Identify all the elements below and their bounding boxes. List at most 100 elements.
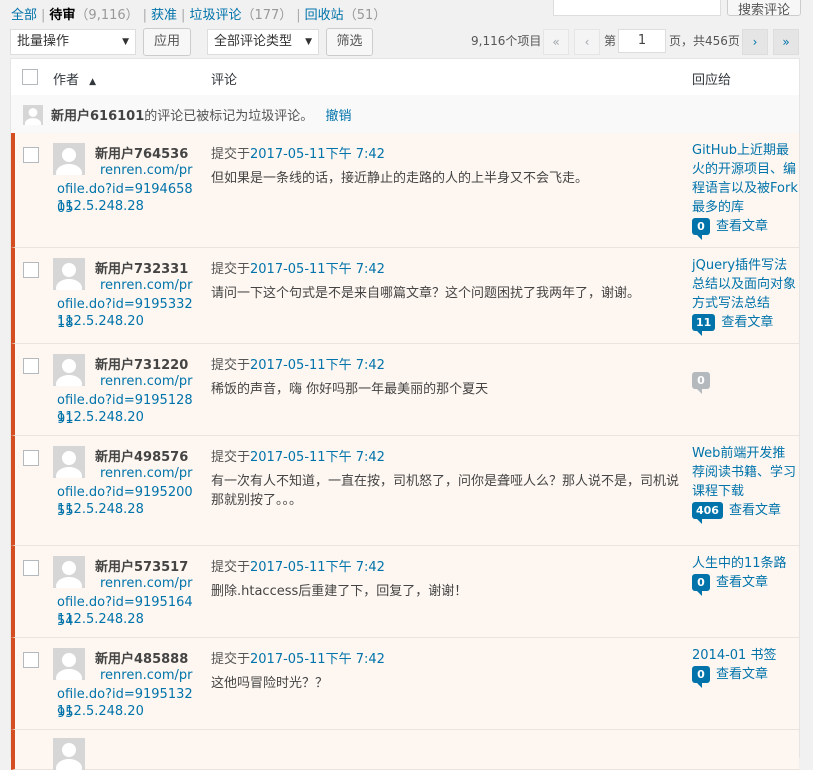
comment-date-link[interactable]: 2017-05-11下午 7:42 xyxy=(250,450,385,465)
comment-count-bubble[interactable]: 11 xyxy=(692,314,716,336)
spam-notice: 新用户616101的评论已被标记为垃圾评论。 撤销 xyxy=(11,95,799,134)
filter-all[interactable]: 全部 xyxy=(11,4,37,23)
comment-count-bubble[interactable]: 0 xyxy=(692,574,710,596)
submitted-prefix: 提交于 xyxy=(211,147,251,162)
comment-author: 新用户498576 xyxy=(95,450,189,465)
comment-date-link[interactable]: 2017-05-11下午 7:42 xyxy=(250,262,385,277)
search-input[interactable] xyxy=(553,0,721,16)
first-page-button[interactable]: « xyxy=(543,29,569,55)
comment-text: 有一次有人不知道，一直在按，司机怒了，问你是聋哑人么？那人说不是，司机说那就别按… xyxy=(211,474,680,508)
comment-date-link[interactable]: 2017-05-11下午 7:42 xyxy=(250,652,385,667)
comment-date-link[interactable]: 2017-05-11下午 7:42 xyxy=(250,147,385,162)
filter-label[interactable]: 垃圾评论 xyxy=(189,8,241,23)
search-button[interactable]: 搜索评论 xyxy=(727,0,801,18)
apply-button[interactable]: 应用 xyxy=(143,28,191,56)
comment-date-link[interactable]: 2017-05-11下午 7:42 xyxy=(250,358,385,373)
comment-author: 新用户732331 xyxy=(95,262,189,277)
author-ip-link[interactable]: 112.5.248.28 xyxy=(57,612,144,627)
submitted-on: 提交于2017-05-11下午 7:42 xyxy=(211,446,385,465)
page-prefix: 第 xyxy=(604,34,617,48)
comment-text: 但如果是一条线的话，接近静止的走路的人的上半身又不会飞走。 xyxy=(211,171,589,186)
row-checkbox[interactable] xyxy=(23,560,39,576)
submitted-prefix: 提交于 xyxy=(211,262,251,277)
row-checkbox[interactable] xyxy=(23,147,39,163)
comment-author: 新用户764536 xyxy=(95,147,189,162)
comment-text: 这他吗冒险时光？？ xyxy=(211,676,329,691)
filter-count: （177） xyxy=(241,8,293,23)
submitted-on: 提交于2017-05-11下午 7:42 xyxy=(211,354,385,373)
view-post-link[interactable]: 查看文章 xyxy=(721,315,773,330)
response-to: 人生中的11条路 0 查看文章 xyxy=(692,554,798,596)
separator: | xyxy=(181,8,186,23)
author-ip-link[interactable]: 112.5.248.20 xyxy=(57,314,144,329)
comment-count-bubble[interactable]: 406 xyxy=(692,502,723,524)
filter-spam[interactable]: 垃圾评论（177） xyxy=(189,4,292,23)
view-post-link[interactable]: 查看文章 xyxy=(716,667,768,682)
undo-link[interactable]: 撤销 xyxy=(325,109,351,124)
comment-date-link[interactable]: 2017-05-11下午 7:42 xyxy=(250,560,385,575)
view-post-link[interactable]: 查看文章 xyxy=(729,503,781,518)
prev-page-button[interactable]: ‹ xyxy=(574,29,600,55)
response-post-link[interactable]: 人生中的11条路 xyxy=(692,554,798,573)
author-ip-link[interactable]: 112.5.248.20 xyxy=(57,410,144,425)
table-row: 新用户573517 renren.com/pr ofile.do?id=91951… xyxy=(11,546,799,638)
response-to: GitHub上近期最火的开源项目、编程语言以及被Fork 最多的库 0 查看文章 xyxy=(692,141,798,240)
last-page-button[interactable]: » xyxy=(773,29,799,55)
select-all-checkbox[interactable] xyxy=(22,69,38,85)
table-row: 新用户764536 renren.com/pr ofile.do?id=91946… xyxy=(11,133,799,248)
response-to: jQuery插件写法总结以及面向对象方式写法总结 11 查看文章 xyxy=(692,256,798,336)
separator: | xyxy=(142,8,148,23)
column-author[interactable]: 作者 ▲ xyxy=(53,69,96,88)
filter-approved[interactable]: 获准 xyxy=(151,4,177,23)
comment-type-select[interactable]: 全部评论类型 ▼ xyxy=(207,29,319,55)
current-page-input[interactable]: 1 xyxy=(618,29,666,53)
response-post-link[interactable]: Web前端开发推荐阅读书籍、学习课程下载 xyxy=(692,444,798,501)
comment-count-bubble[interactable]: 0 xyxy=(692,218,710,240)
filter-trash[interactable]: 回收站（51） xyxy=(305,4,387,23)
column-author-label: 作者 xyxy=(53,73,80,88)
row-checkbox[interactable] xyxy=(23,652,39,668)
filter-label[interactable]: 全部 xyxy=(11,8,37,23)
submitted-prefix: 提交于 xyxy=(211,358,251,373)
avatar xyxy=(53,738,85,770)
row-checkbox[interactable] xyxy=(23,358,39,374)
filter-button[interactable]: 筛选 xyxy=(326,28,373,56)
author-ip-link[interactable]: 112.5.248.28 xyxy=(57,199,144,214)
comment-type-value: 全部评论类型 xyxy=(214,34,293,49)
spam-notice-text: 新用户616101的评论已被标记为垃圾评论。 撤销 xyxy=(51,105,351,124)
notice-message: 的评论已被标记为垃圾评论。 xyxy=(144,109,314,124)
comment-text: 删除.htaccess后重建了下，回复了，谢谢！ xyxy=(211,584,468,599)
user-silhouette-icon xyxy=(53,738,85,770)
response-post-link[interactable]: jQuery插件写法总结以及面向对象方式写法总结 xyxy=(692,256,798,313)
response-post-link[interactable]: GitHub上近期最火的开源项目、编程语言以及被Fork 最多的库 xyxy=(692,141,798,217)
chevron-down-icon: ▼ xyxy=(122,37,129,47)
separator: | xyxy=(41,8,46,23)
author-url-line: renren.com/pr xyxy=(100,278,193,293)
filter-label[interactable]: 待审 xyxy=(49,8,75,23)
filter-pending[interactable]: 待审（9,116） xyxy=(49,4,138,23)
table-row: 新用户498576 renren.com/pr ofile.do?id=91952… xyxy=(11,436,799,546)
bulk-action-value: 批量操作 xyxy=(17,34,70,49)
view-post-link[interactable]: 查看文章 xyxy=(716,575,768,590)
author-url-line: renren.com/pr xyxy=(100,466,193,481)
comment-count-bubble[interactable]: 0 xyxy=(692,666,710,688)
submitted-prefix: 提交于 xyxy=(211,450,251,465)
row-checkbox[interactable] xyxy=(23,450,39,466)
author-ip-link[interactable]: 112.5.248.28 xyxy=(57,502,144,517)
filter-count: （51） xyxy=(343,8,387,23)
response-post-link[interactable]: 2014-01 书签 xyxy=(692,646,798,665)
table-row: 新用户485888 renren.com/pr ofile.do?id=91951… xyxy=(11,638,799,730)
filter-label[interactable]: 获准 xyxy=(151,8,177,23)
submitted-prefix: 提交于 xyxy=(211,560,251,575)
author-url-line: renren.com/pr xyxy=(100,163,193,178)
page-suffix: 页，共456页 xyxy=(669,34,740,48)
submitted-on: 提交于2017-05-11下午 7:42 xyxy=(211,648,385,667)
user-silhouette-icon xyxy=(23,105,43,125)
author-ip-link[interactable]: 112.5.248.20 xyxy=(57,704,144,719)
next-page-button[interactable]: › xyxy=(742,29,768,55)
row-checkbox[interactable] xyxy=(23,262,39,278)
bulk-action-select[interactable]: 批量操作 ▼ xyxy=(10,29,136,55)
filter-label[interactable]: 回收站 xyxy=(305,8,344,23)
view-post-link[interactable]: 查看文章 xyxy=(716,219,768,234)
response-to: Web前端开发推荐阅读书籍、学习课程下载 406 查看文章 xyxy=(692,444,798,524)
